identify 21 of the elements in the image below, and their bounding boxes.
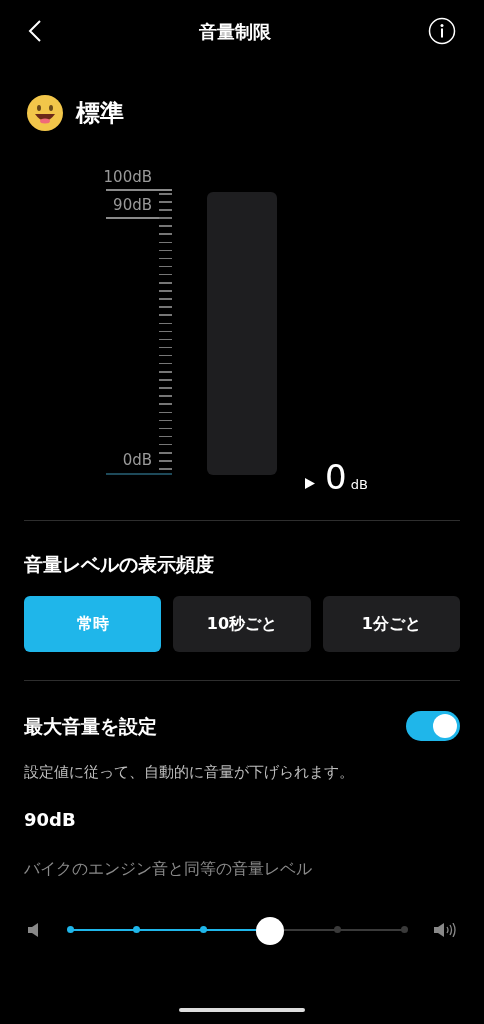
- setting-label: 最大音量を設定: [24, 713, 157, 739]
- pointer-icon: [305, 477, 315, 489]
- scale-label: 100dB: [103, 170, 152, 185]
- meter-reading: 0: [325, 459, 347, 494]
- meter-unit: dB: [350, 475, 368, 494]
- info-icon[interactable]: [428, 17, 456, 45]
- scale-label: 90dB: [113, 198, 152, 213]
- smiley-icon: [26, 94, 64, 132]
- back-icon[interactable]: [28, 19, 42, 43]
- toggle-switch[interactable]: [406, 711, 460, 741]
- setting-description: 設定値に従って、自動的に音量が下げられます。: [23, 762, 355, 783]
- frequency-option[interactable]: 10秒ごと: [173, 596, 311, 652]
- speaker-low-icon: [28, 922, 40, 937]
- frequency-option[interactable]: 1分ごと: [322, 596, 460, 652]
- mode-label: 標準: [76, 98, 124, 129]
- volume-note: バイクのエンジン音と同等の音量レベル: [23, 857, 313, 880]
- section-heading: 音量レベルの表示頻度: [23, 555, 215, 574]
- screen-title: 音量制限: [199, 19, 271, 44]
- volume-value: 90dB: [23, 807, 77, 832]
- speaker-high-icon: [434, 922, 456, 937]
- scale-label: 0dB: [122, 453, 152, 468]
